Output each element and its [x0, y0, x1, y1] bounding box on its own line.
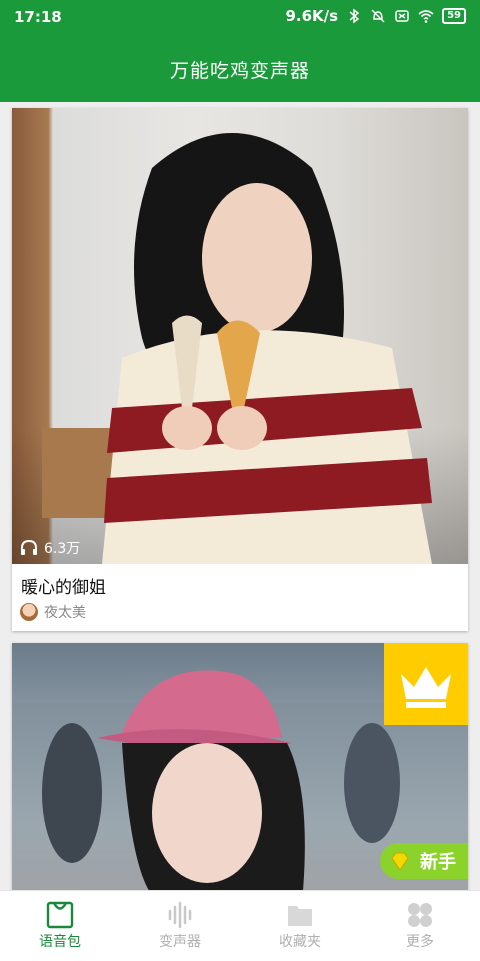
voice-pack-card[interactable]: 6.3万 暖心的御姐 夜太美 [12, 108, 468, 631]
nav-item-favorites[interactable]: 收藏夹 [240, 891, 360, 961]
waveform-icon [168, 901, 192, 929]
nav-label: 更多 [406, 934, 434, 950]
nav-label: 语音包 [39, 934, 81, 950]
bluetooth-icon [349, 8, 360, 24]
premium-badge [384, 643, 468, 725]
nav-item-more[interactable]: 更多 [360, 891, 480, 961]
new-user-badge: 新手 [380, 843, 468, 879]
card-photo: 6.3万 [12, 108, 468, 564]
author-name: 夜太美 [44, 605, 86, 621]
play-count-text: 6.3万 [44, 541, 81, 557]
portrait-illustration [42, 133, 432, 564]
nav-item-voice-changer[interactable]: 变声器 [120, 891, 240, 961]
author-avatar [20, 603, 38, 621]
nav-item-voice-packs[interactable]: 语音包 [0, 891, 120, 961]
card-author[interactable]: 夜太美 [20, 602, 86, 622]
bag-icon [46, 901, 74, 929]
crown-icon [401, 667, 451, 708]
gem-icon [391, 852, 409, 871]
folder-icon [288, 906, 312, 926]
net-speed: 9.6K/s [285, 7, 339, 25]
mute-icon [371, 9, 385, 23]
card-title: 暖心的御姐 [21, 578, 106, 598]
nav-label: 变声器 [159, 934, 201, 950]
grid-icon [408, 903, 432, 927]
wifi-icon [418, 10, 434, 23]
voice-pack-card[interactable]: 新手 [12, 643, 468, 903]
app-bar: 万能吃鸡变声器 [0, 34, 480, 102]
status-time: 17:18 [14, 8, 62, 26]
bottom-navigation: 语音包 变声器 收藏夹 更多 [0, 890, 480, 961]
app-title: 万能吃鸡变声器 [169, 60, 310, 82]
battery-indicator: 59 [442, 8, 466, 24]
status-icons: 9.6K/s 59 [285, 7, 466, 25]
new-user-badge-text: 新手 [420, 852, 456, 873]
headphones-icon [21, 539, 37, 555]
card-photo: 新手 [12, 643, 468, 903]
play-count: 6.3万 [20, 538, 80, 558]
status-bar: 17:18 9.6K/s 59 [0, 0, 480, 34]
sim-off-icon [395, 10, 409, 22]
nav-label: 收藏夹 [279, 934, 321, 950]
